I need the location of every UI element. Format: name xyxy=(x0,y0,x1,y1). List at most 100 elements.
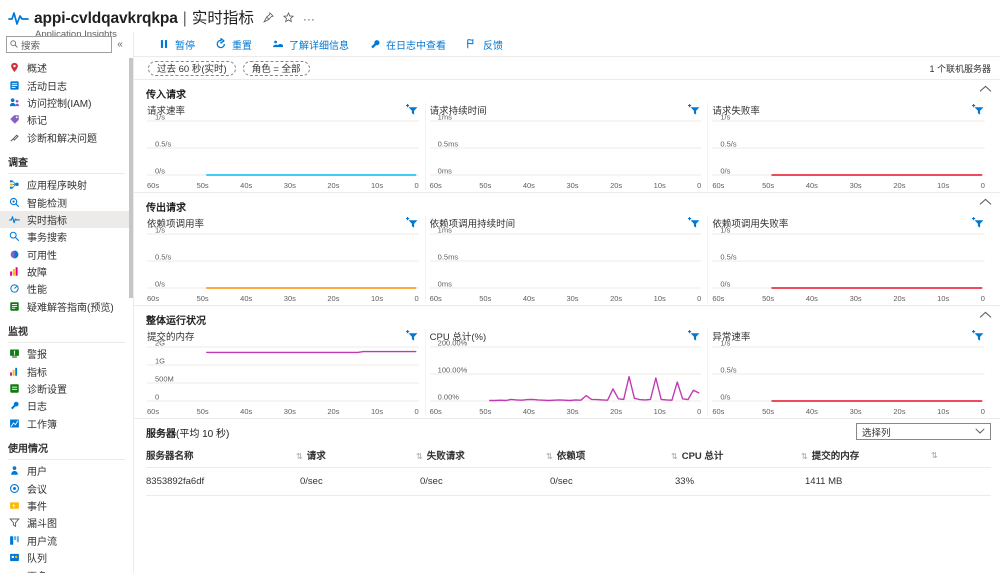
time-range-pill[interactable]: 过去 60 秒(实时) xyxy=(148,60,236,76)
chart-cell: 请求持续时间 1ms 0.5ms 0ms 60s 50s 40s 30s 20s 10s 0 xyxy=(426,103,709,190)
x-axis-tick: 60s xyxy=(147,407,160,416)
add-filter-icon[interactable] xyxy=(971,329,985,341)
x-axis-tick: 40s xyxy=(240,181,253,190)
x-axis-tick: 10s xyxy=(937,294,950,303)
sidebar-item-metrics[interactable]: 指标 xyxy=(0,362,133,379)
cohorts-icon xyxy=(8,552,21,564)
column-header[interactable]: ⇅ xyxy=(931,448,991,468)
sidebar-item-transaction-search[interactable]: 事务搜索 xyxy=(0,228,133,245)
y-axis-tick: 0.5/s xyxy=(720,139,737,149)
x-axis-tick: 0 xyxy=(697,294,702,303)
chart-header: 请求速率 xyxy=(147,103,419,117)
add-filter-icon[interactable] xyxy=(687,216,701,228)
x-axis-tick: 50s xyxy=(196,181,209,190)
sidebar-item-performance[interactable]: 性能 xyxy=(0,280,133,297)
x-axis-tick: 20s xyxy=(610,407,623,416)
pin-icon[interactable] xyxy=(262,12,274,25)
toolbar-button-reset[interactable]: 重置 xyxy=(205,33,262,55)
chevron-up-icon[interactable] xyxy=(979,311,992,322)
toolbar-button-feedback[interactable]: 反馈 xyxy=(456,33,513,55)
sidebar-item-diagnose[interactable]: 诊断和解决问题 xyxy=(0,129,133,146)
role-filter-pill[interactable]: 角色 = 全部 xyxy=(242,60,310,76)
blade-name: 实时指标 xyxy=(191,10,254,27)
sidebar-item-tag[interactable]: 标记 xyxy=(0,111,133,128)
add-filter-icon[interactable] xyxy=(971,103,985,115)
search-input[interactable]: 搜索 xyxy=(6,36,112,53)
y-axis-tick: 1/s xyxy=(720,112,731,122)
page-header: appi-cvldqavkrqkpa | 实时指标 ··· Applicatio… xyxy=(0,0,1000,40)
sidebar-item-troubleshooting-guides[interactable]: 疑难解答指南(预览) xyxy=(0,298,133,315)
sidebar-item-logs[interactable]: 日志 xyxy=(0,397,133,414)
sidebar-item-activity-log[interactable]: 活动日志 xyxy=(0,76,133,93)
sidebar-item-events[interactable]: 事件 xyxy=(0,497,133,514)
chart-plot: 1ms 0.5ms 0ms xyxy=(429,226,702,293)
sidebar-item-label: 日志 xyxy=(27,402,47,414)
sort-icon[interactable]: ⇅ xyxy=(416,452,423,461)
chart-cell: 依赖项调用失败率 1/s 0.5/s 0/s 60s 50s 40s 30s 20s 10s 0 xyxy=(708,216,991,303)
sidebar-item-smart-detection[interactable]: 智能检测 xyxy=(0,193,133,210)
chevron-up-icon[interactable] xyxy=(979,85,992,96)
sidebar-item-live-metrics[interactable]: 实时指标 xyxy=(0,210,133,229)
sidebar-item-availability[interactable]: 可用性 xyxy=(0,246,133,263)
sidebar-item-access-control[interactable]: 访问控制(IAM) xyxy=(0,94,133,111)
sidebar-item-funnel[interactable]: 漏斗图 xyxy=(0,514,133,531)
sidebar-item-diagnostic-settings[interactable]: 诊断设置 xyxy=(0,380,133,397)
star-icon[interactable] xyxy=(282,11,294,25)
add-filter-icon[interactable] xyxy=(405,103,419,115)
sidebar-group-header: 调查 xyxy=(8,157,28,169)
feedback-icon xyxy=(466,38,478,50)
column-header[interactable]: 服务器名称 xyxy=(146,448,296,468)
column-header[interactable]: ⇅ 依赖项 xyxy=(546,448,671,468)
toolbar-button-pause[interactable]: 暂停 xyxy=(148,33,205,55)
sort-icon[interactable]: ⇅ xyxy=(296,452,303,461)
performance-icon xyxy=(8,283,21,295)
live-metrics-icon xyxy=(8,213,21,225)
table-row[interactable]: 8353892fa6df 0/sec 0/sec 0/sec 33% 1411 MB xyxy=(146,467,991,496)
column-header[interactable]: ⇅ 请求 xyxy=(296,448,416,468)
sidebar-item-more[interactable]: 更多 xyxy=(0,566,133,573)
chart-cell: 请求失败率 1/s 0.5/s 0/s 60s 50s 40s 30s 20s 10s 0 xyxy=(708,103,991,190)
ellipsis-icon[interactable]: ··· xyxy=(303,13,315,25)
sidebar-scrollbar-thumb[interactable] xyxy=(129,58,133,298)
add-filter-icon[interactable] xyxy=(405,216,419,228)
y-axis-tick: 1/s xyxy=(155,112,166,122)
command-toolbar: 暂停 重置 了解详细信息 在日志中查看 反馈 xyxy=(134,32,1000,56)
add-filter-icon[interactable] xyxy=(687,329,701,341)
sidebar-item-sessions[interactable]: 会议 xyxy=(0,479,133,496)
x-axis-tick: 40s xyxy=(805,407,818,416)
sort-icon[interactable]: ⇅ xyxy=(931,451,938,460)
add-filter-icon[interactable] xyxy=(971,216,985,228)
select-columns-dropdown[interactable]: 选择列 xyxy=(856,423,991,440)
sort-icon[interactable]: ⇅ xyxy=(801,452,808,461)
toolbar-button-learn-more[interactable]: 了解详细信息 xyxy=(262,33,359,55)
sidebar-item-workbooks[interactable]: 工作簿 xyxy=(0,415,133,432)
diagnostic-settings-icon xyxy=(8,383,21,395)
chevron-up-icon[interactable] xyxy=(979,198,992,209)
activity-log-icon xyxy=(8,79,21,91)
sidebar-item-failures[interactable]: 故障 xyxy=(0,263,133,280)
table-header-row: 服务器名称 ⇅ 请求 ⇅ 失败请求 ⇅ 依赖项 ⇅ CPU 总计 ⇅ 提交的内存 ⇅ xyxy=(146,448,991,468)
sidebar-item-app-map[interactable]: 应用程序映射 xyxy=(0,176,133,193)
sort-icon[interactable]: ⇅ xyxy=(546,452,553,461)
y-axis-tick: 1G xyxy=(155,356,166,366)
add-filter-icon[interactable] xyxy=(405,329,419,341)
column-header[interactable]: ⇅ CPU 总计 xyxy=(671,448,801,468)
sidebar-item-label: 性能 xyxy=(27,285,47,297)
sidebar-scrollbar[interactable] xyxy=(129,58,133,570)
y-axis-tick: 2G xyxy=(155,338,166,348)
sidebar-item-users[interactable]: 用户 xyxy=(0,462,133,479)
x-axis-tick: 50s xyxy=(762,294,775,303)
toolbar-button-logs[interactable]: 在日志中查看 xyxy=(359,33,456,55)
sidebar-item-user-flows[interactable]: 用户流 xyxy=(0,532,133,549)
sort-icon[interactable]: ⇅ xyxy=(671,452,678,461)
sidebar-item-overview[interactable]: 概述 xyxy=(0,59,133,76)
add-filter-icon[interactable] xyxy=(687,103,701,115)
double-chevron-left-icon[interactable]: « xyxy=(113,39,127,50)
x-axis-tick: 60s xyxy=(712,294,725,303)
table-cell xyxy=(931,467,991,496)
column-header[interactable]: ⇅ 失败请求 xyxy=(416,448,546,468)
sidebar-item-cohorts[interactable]: 队列 xyxy=(0,549,133,566)
y-axis-tick: 0/s xyxy=(155,279,166,289)
column-header[interactable]: ⇅ 提交的内存 xyxy=(801,448,931,468)
sidebar-item-alerts[interactable]: 警报 xyxy=(0,345,133,362)
